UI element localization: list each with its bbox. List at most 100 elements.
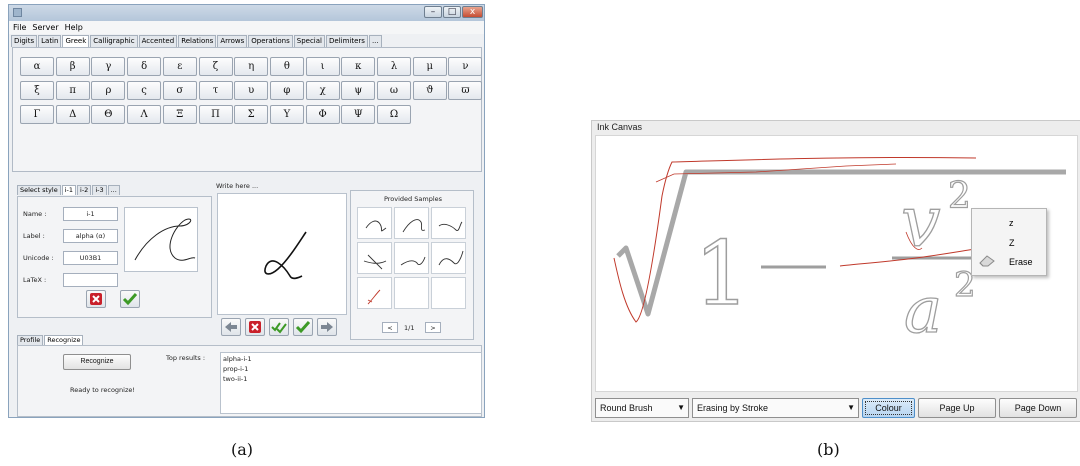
brush-select[interactable]: Round Brush ▼ xyxy=(595,398,689,418)
ink-canvas[interactable]: 1 v 2 a 2 z Z Erase xyxy=(595,135,1078,392)
symbol-key[interactable]: ζ xyxy=(198,57,233,76)
accept-style-button[interactable] xyxy=(120,290,140,308)
tab-i-3[interactable]: i-3 xyxy=(92,185,107,195)
clear-drawing-button[interactable] xyxy=(245,318,265,336)
reject-style-button[interactable] xyxy=(86,290,106,308)
label-field[interactable]: alpha (α) xyxy=(63,229,118,243)
symbol-key[interactable]: π xyxy=(55,81,90,100)
symbol-key[interactable]: ι xyxy=(305,57,340,76)
menu-item-z-upper[interactable]: Z xyxy=(1009,238,1015,248)
write-canvas[interactable] xyxy=(217,193,347,315)
minimize-button[interactable]: – xyxy=(424,6,442,18)
symbol-key[interactable]: φ xyxy=(269,81,304,100)
symbol-key[interactable]: ρ xyxy=(91,81,126,100)
recognize-button[interactable]: Recognize xyxy=(63,354,131,370)
tab-i-1[interactable]: i-1 xyxy=(61,185,77,195)
sample-cell[interactable] xyxy=(394,242,429,274)
samples-prev-button[interactable]: < xyxy=(382,322,398,333)
symbol-key[interactable]: Γ xyxy=(20,105,54,124)
symbol-key[interactable]: Ψ xyxy=(341,105,376,124)
menu-item-erase[interactable]: Erase xyxy=(1009,257,1033,267)
menu-item-z-lower[interactable]: z xyxy=(1009,218,1014,228)
result-item[interactable]: alpha-i-1 xyxy=(223,355,252,363)
symbol-key[interactable]: ω xyxy=(377,81,411,100)
tab-more[interactable]: ... xyxy=(368,35,382,47)
close-button[interactable]: x xyxy=(462,6,483,18)
symbol-key[interactable]: ς xyxy=(127,81,162,100)
sample-cell[interactable] xyxy=(431,277,466,309)
symbol-key[interactable]: τ xyxy=(198,81,233,100)
symbol-key[interactable]: η xyxy=(234,57,269,76)
tab-operations[interactable]: Operations xyxy=(248,35,293,47)
samples-next-button[interactable]: > xyxy=(425,322,441,333)
unicode-field[interactable]: U03B1 xyxy=(63,251,118,265)
symbol-key[interactable]: ϖ xyxy=(448,81,483,100)
latex-field[interactable] xyxy=(63,273,118,287)
auto-accept-button[interactable] xyxy=(269,318,289,336)
symbol-key[interactable]: δ xyxy=(127,57,162,76)
sample-cell[interactable] xyxy=(431,242,466,274)
sample-cell[interactable] xyxy=(431,207,466,239)
menu-file[interactable]: File xyxy=(13,23,26,32)
symbol-key[interactable]: Ξ xyxy=(162,105,197,124)
symbol-key[interactable]: Φ xyxy=(305,105,340,124)
symbol-key[interactable]: ψ xyxy=(341,81,376,100)
symbol-key[interactable]: β xyxy=(55,57,90,76)
symbol-key[interactable]: ξ xyxy=(20,81,54,100)
symbol-key[interactable]: Θ xyxy=(91,105,126,124)
tab-calligraphic[interactable]: Calligraphic xyxy=(90,35,138,47)
tab-recognize[interactable]: Recognize xyxy=(44,335,84,345)
name-field[interactable]: i-1 xyxy=(63,207,118,221)
symbol-key[interactable]: σ xyxy=(162,81,197,100)
sample-cell[interactable] xyxy=(394,207,429,239)
symbol-key[interactable]: ε xyxy=(162,57,197,76)
tab-profile[interactable]: Profile xyxy=(17,335,44,345)
menu-server[interactable]: Server xyxy=(32,23,58,32)
tab-latin[interactable]: Latin xyxy=(38,35,62,47)
tab-relations[interactable]: Relations xyxy=(178,35,217,47)
tab-special[interactable]: Special xyxy=(293,35,325,47)
page-down-button[interactable]: Page Down xyxy=(999,398,1077,418)
maximize-button[interactable]: □ xyxy=(443,6,461,18)
erase-mode-select[interactable]: Erasing by Stroke ▼ xyxy=(692,398,859,418)
symbol-key[interactable]: χ xyxy=(305,81,340,100)
sample-cell[interactable] xyxy=(357,207,392,239)
symbol-key[interactable]: θ xyxy=(269,57,304,76)
symbol-key[interactable]: Υ xyxy=(269,105,304,124)
symbol-key[interactable]: Λ xyxy=(127,105,162,124)
symbol-key[interactable]: Ω xyxy=(377,105,411,124)
symbol-key[interactable]: α xyxy=(20,57,54,76)
symbol-key[interactable]: λ xyxy=(377,57,411,76)
accept-drawing-button[interactable] xyxy=(293,318,313,336)
style-form: Name : i-1 Label : alpha (α) Unicode : U… xyxy=(17,196,212,318)
symbol-key[interactable]: Π xyxy=(198,105,233,124)
tab-i-2[interactable]: i-2 xyxy=(77,185,92,195)
sample-cell[interactable] xyxy=(357,242,392,274)
name-label: Name : xyxy=(23,210,47,218)
page-up-button[interactable]: Page Up xyxy=(918,398,996,418)
result-item[interactable]: prop-i-1 xyxy=(223,365,248,373)
symbol-key[interactable]: μ xyxy=(412,57,447,76)
next-sample-button[interactable] xyxy=(317,318,337,336)
provided-samples-panel: Provided Samples < 1/1 > xyxy=(350,190,474,340)
symbol-key[interactable]: ν xyxy=(448,57,483,76)
symbol-key[interactable]: υ xyxy=(234,81,269,100)
symbol-key[interactable]: ϑ xyxy=(412,81,447,100)
sample-cell[interactable] xyxy=(394,277,429,309)
tab-select-style[interactable]: Select style xyxy=(17,185,61,195)
sample-cell[interactable] xyxy=(357,277,392,309)
tab-accented[interactable]: Accented xyxy=(138,35,178,47)
symbol-key[interactable]: κ xyxy=(341,57,376,76)
symbol-key[interactable]: Σ xyxy=(234,105,269,124)
symbol-key[interactable]: Δ xyxy=(55,105,90,124)
colour-button[interactable]: Colour xyxy=(862,398,915,418)
tab-style-more[interactable]: ... xyxy=(107,185,120,195)
symbol-key[interactable]: γ xyxy=(91,57,126,76)
menu-help[interactable]: Help xyxy=(65,23,83,32)
prev-sample-button[interactable] xyxy=(221,318,241,336)
tab-arrows[interactable]: Arrows xyxy=(217,35,248,47)
tab-delimiters[interactable]: Delimiters xyxy=(326,35,368,47)
result-item[interactable]: two-ii-1 xyxy=(223,375,247,383)
top-results-list[interactable]: alpha-i-1 prop-i-1 two-ii-1 xyxy=(220,352,482,414)
tab-digits[interactable]: Digits xyxy=(11,35,38,47)
